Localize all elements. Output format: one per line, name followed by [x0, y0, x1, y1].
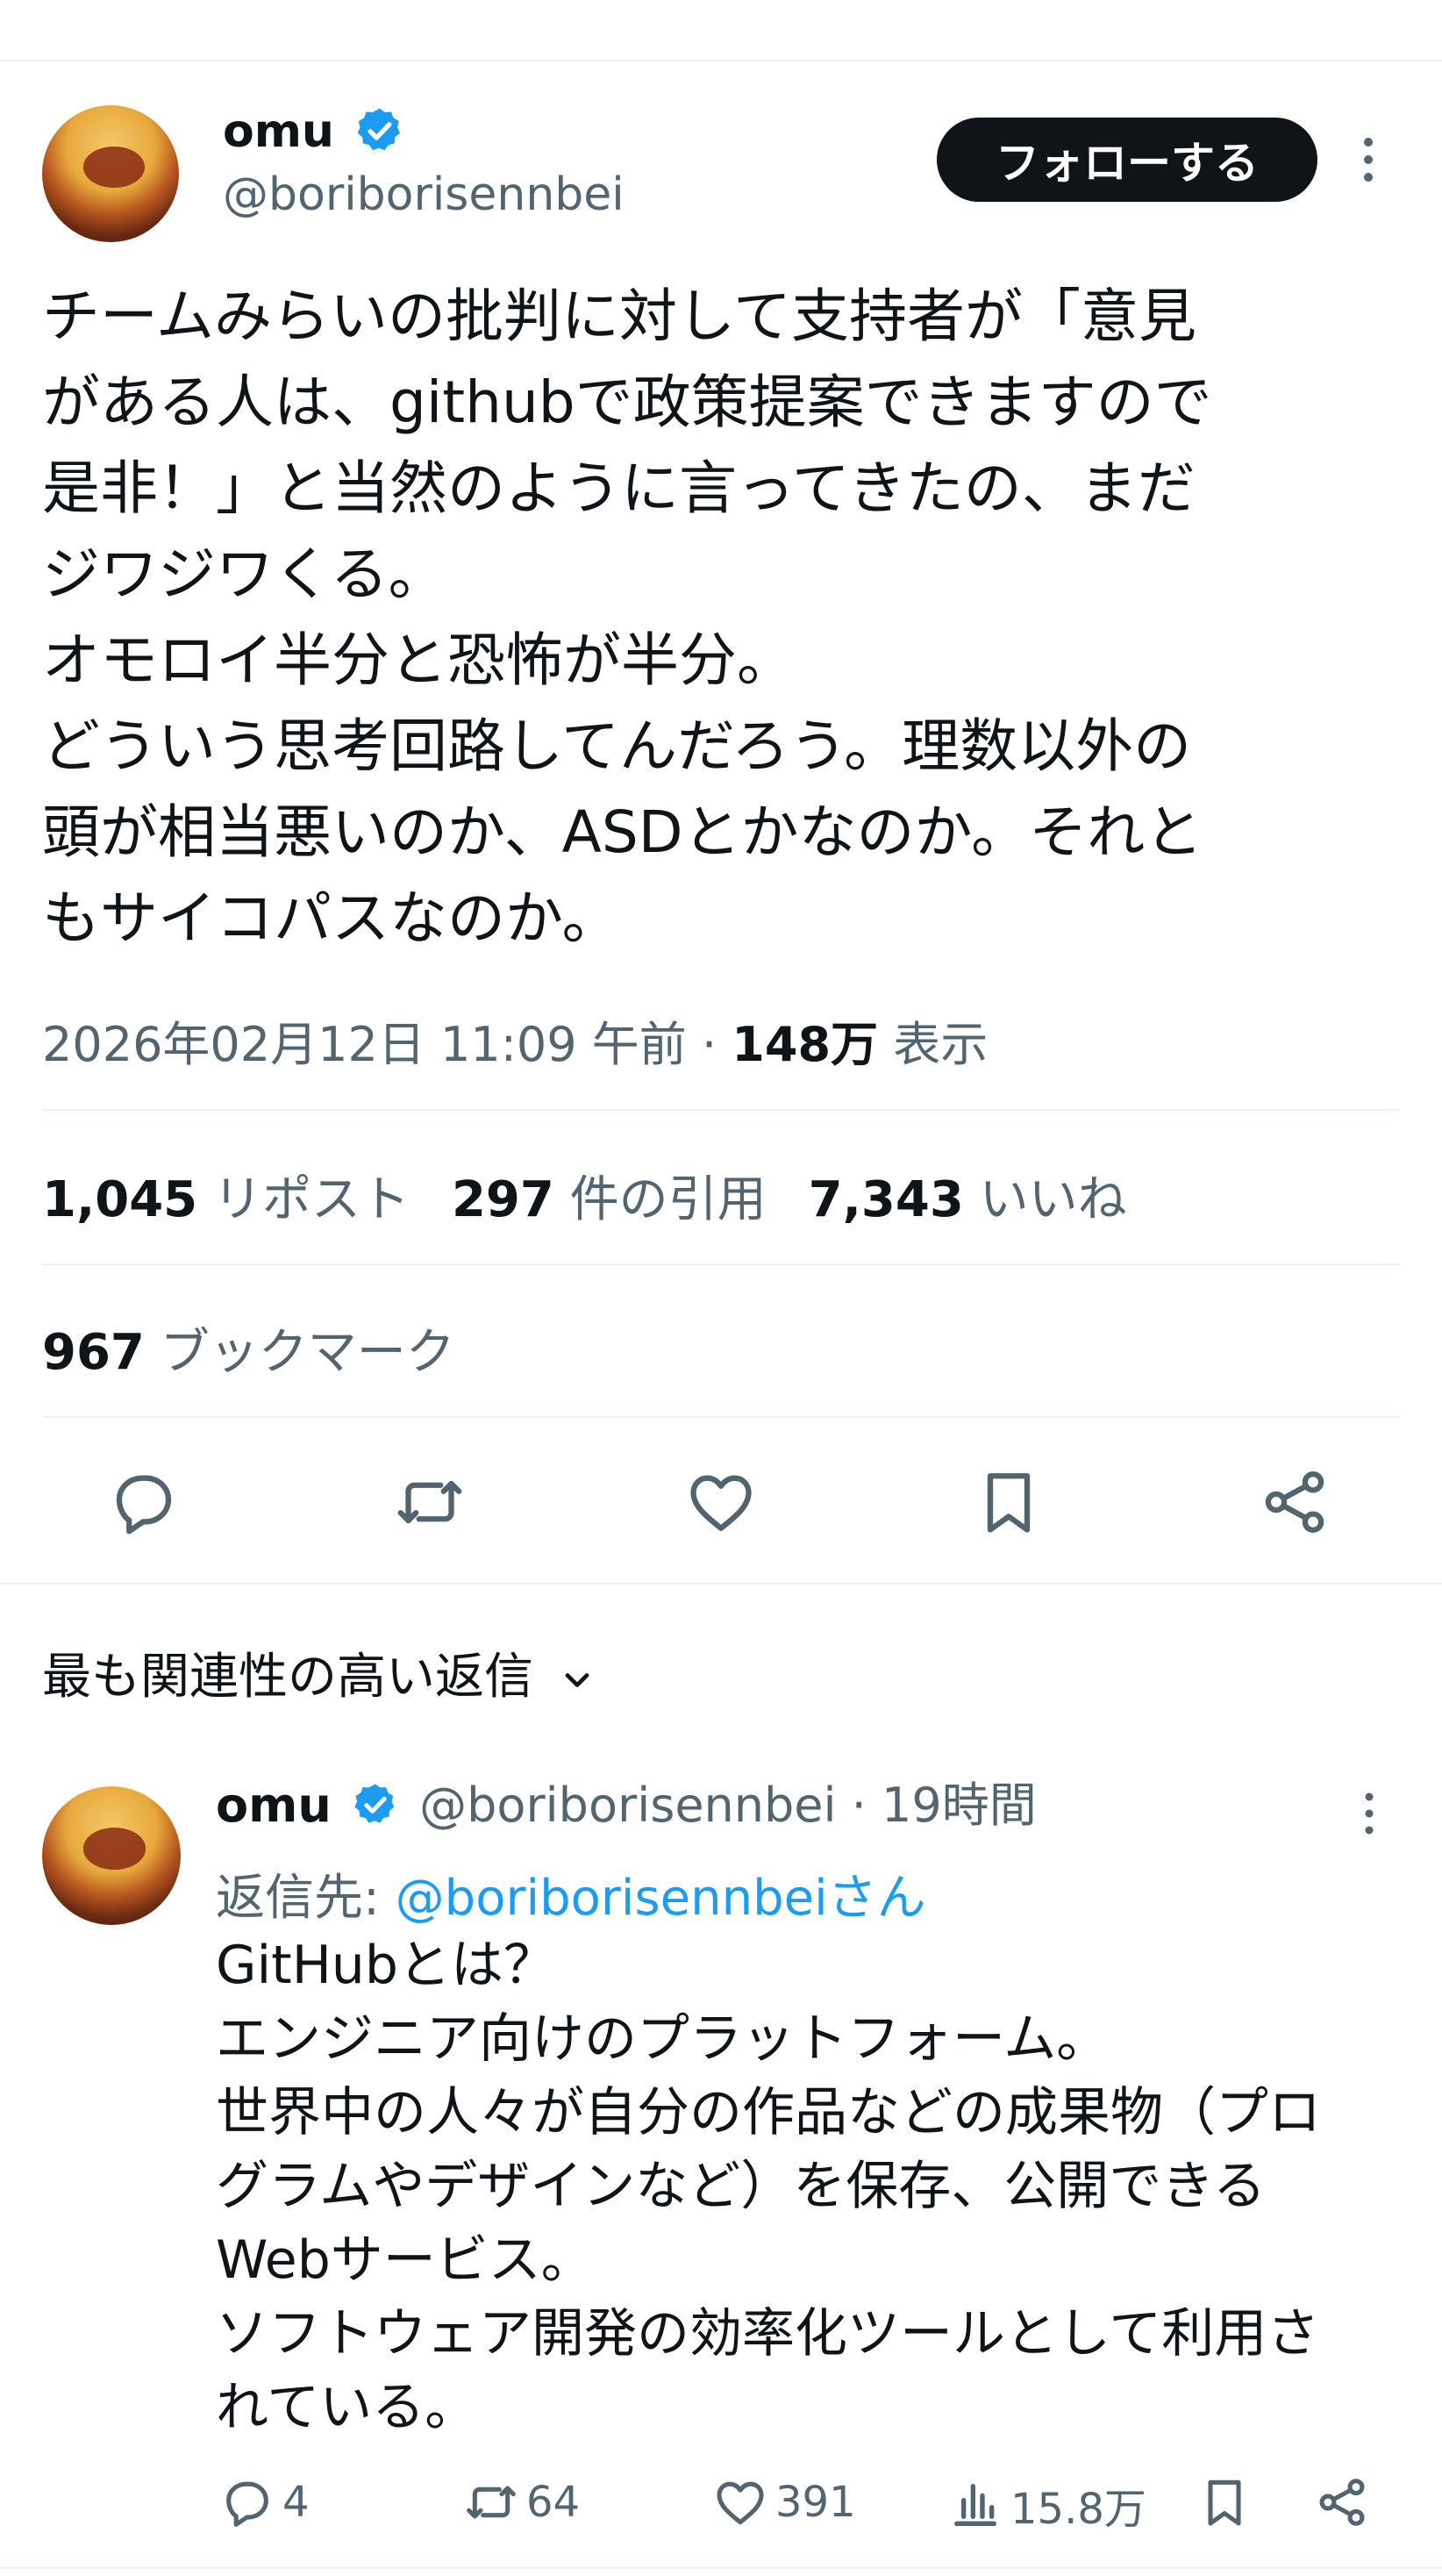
- bookmark-icon[interactable]: [972, 1465, 1046, 1539]
- reposts-stat[interactable]: 1,045 リポスト: [42, 1171, 410, 1228]
- bookmark-icon[interactable]: [1196, 2474, 1253, 2530]
- reply-icon: [226, 2481, 268, 2527]
- verified-badge-icon: [357, 108, 400, 151]
- reply-header: omu @boriborisennbei · 19時間: [216, 1781, 1037, 1829]
- follow-button[interactable]: フォローする: [937, 118, 1317, 202]
- reply-icon[interactable]: [107, 1465, 181, 1539]
- reply-to-prefix: 返信先:: [216, 1870, 396, 1927]
- reply-like-action[interactable]: 391: [712, 2474, 856, 2530]
- views-label: 表示: [878, 1017, 989, 1072]
- verified-badge-icon: [354, 1784, 395, 1823]
- bookmarks-count: 967: [42, 1324, 145, 1381]
- engagement-stats: 1,045 リポスト 297 件の引用 7,343 いいね: [42, 1160, 1127, 1231]
- reply-to-mention[interactable]: @boriborisennbeiさん: [396, 1870, 926, 1927]
- more-icon[interactable]: [1360, 1790, 1379, 1837]
- bookmarks-stat: 967 ブックマーク: [42, 1313, 455, 1384]
- reply-likes-count: 391: [775, 2478, 856, 2527]
- author-handle[interactable]: @boriborisennbei: [223, 172, 625, 218]
- reply-to-line: 返信先: @boriborisennbeiさん: [216, 1858, 926, 1929]
- reply-repost-action[interactable]: 64: [463, 2474, 580, 2530]
- reply-avatar[interactable]: [42, 1786, 181, 1925]
- quotes-count: 297: [451, 1171, 554, 1228]
- repost-icon: [467, 2486, 516, 2519]
- quotes-stat[interactable]: 297 件の引用: [452, 1171, 767, 1228]
- reply-replies-count: 4: [282, 2478, 310, 2527]
- bottom-divider: [0, 2567, 1442, 2569]
- bookmarks-label: ブックマーク: [160, 1324, 455, 1381]
- divider: [42, 1416, 1400, 1418]
- quotes-label: 件の引用: [569, 1171, 767, 1228]
- likes-label: いいね: [979, 1171, 1127, 1228]
- share-icon[interactable]: [1258, 1465, 1331, 1539]
- section-divider: [0, 1583, 1442, 1585]
- tweet-meta: 2026年02月12日 11:09 午前 · 148万 表示: [42, 1005, 988, 1075]
- reply-reposts-count: 64: [526, 2478, 581, 2527]
- reply-replies-action[interactable]: 4: [219, 2474, 310, 2530]
- divider: [42, 1109, 1400, 1111]
- chevron-down-icon: [565, 1672, 589, 1687]
- reply-time: · 19時間: [836, 1778, 1037, 1833]
- reposts-count: 1,045: [42, 1171, 198, 1228]
- avatar[interactable]: [42, 105, 179, 242]
- like-icon: [717, 2481, 764, 2525]
- reply-text: GitHubとは？ エンジニア向けのプラットフォーム。 世界中の人々が自分の作品…: [216, 1935, 1321, 2438]
- reply-views-action[interactable]: 15.8万: [947, 2474, 1146, 2536]
- reply-author-name[interactable]: omu: [216, 1778, 332, 1833]
- reply-sort-selector[interactable]: 最も関連性の高い返信: [42, 1637, 596, 1708]
- reply-views-count: 15.8万: [1010, 2485, 1146, 2534]
- share-icon[interactable]: [1314, 2474, 1370, 2530]
- reposts-label: リポスト: [212, 1171, 410, 1228]
- reply-sort-label: 最も関連性の高い返信: [42, 1649, 533, 1706]
- likes-stat[interactable]: 7,343 いいね: [809, 1171, 1127, 1228]
- likes-count: 7,343: [808, 1171, 964, 1228]
- views-count: 148万: [732, 1017, 879, 1072]
- tweet-timestamp[interactable]: 2026年02月12日 11:09 午前 ·: [42, 1017, 732, 1072]
- like-icon[interactable]: [684, 1465, 758, 1539]
- reply-author-handle[interactable]: @boriborisennbei: [419, 1778, 836, 1833]
- more-icon[interactable]: [1358, 133, 1379, 186]
- views-icon: [954, 2484, 996, 2526]
- repost-icon[interactable]: [393, 1465, 467, 1539]
- tweet-text: チームみらいの批判に対して支持者が「意見 がある人は、githubで政策提案でき…: [42, 283, 1212, 952]
- top-divider: [0, 60, 1442, 61]
- author-name[interactable]: omu: [223, 109, 334, 154]
- divider: [42, 1263, 1400, 1265]
